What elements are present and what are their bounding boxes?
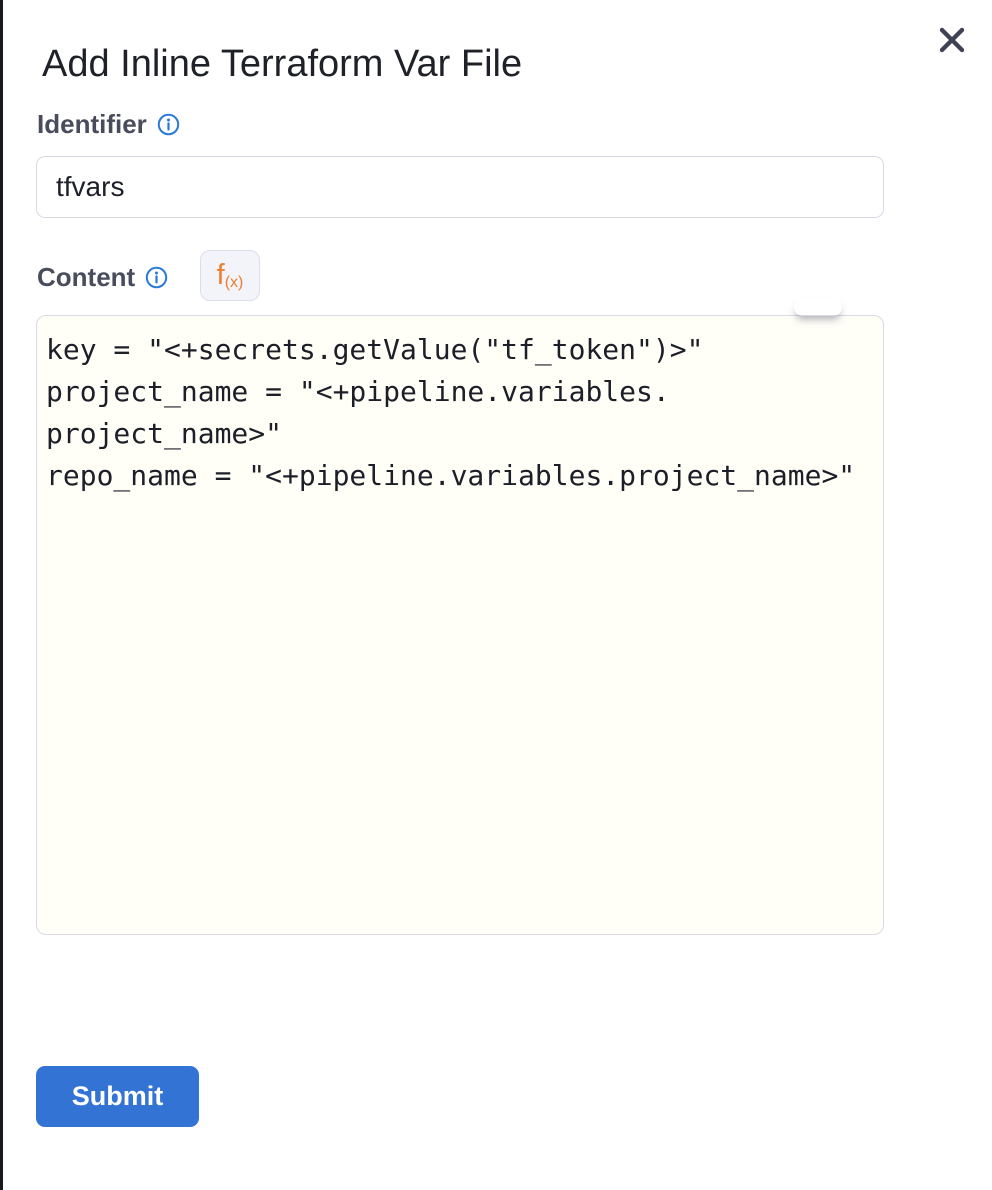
identifier-label-row: Identifier: [37, 109, 180, 140]
content-textarea[interactable]: key = "<+secrets.getValue("tf_token")>" …: [36, 315, 884, 935]
identifier-label: Identifier: [37, 109, 147, 140]
fx-icon-subscript: (x): [225, 275, 244, 291]
fx-icon: f: [217, 261, 225, 290]
content-label-row: Content: [37, 262, 168, 293]
identifier-input[interactable]: [36, 156, 884, 218]
info-icon[interactable]: [145, 266, 168, 289]
content-label: Content: [37, 262, 135, 293]
close-button[interactable]: [924, 12, 980, 68]
scroll-shadow: [794, 299, 842, 316]
submit-button[interactable]: Submit: [36, 1066, 199, 1127]
expression-fx-button[interactable]: f (x): [200, 250, 260, 301]
add-terraform-var-file-dialog: Add Inline Terraform Var File Identifier…: [0, 0, 992, 1190]
panel-left-border: [0, 0, 3, 1190]
dialog-title: Add Inline Terraform Var File: [42, 43, 522, 86]
close-icon: [937, 25, 967, 55]
info-icon[interactable]: [157, 113, 180, 136]
